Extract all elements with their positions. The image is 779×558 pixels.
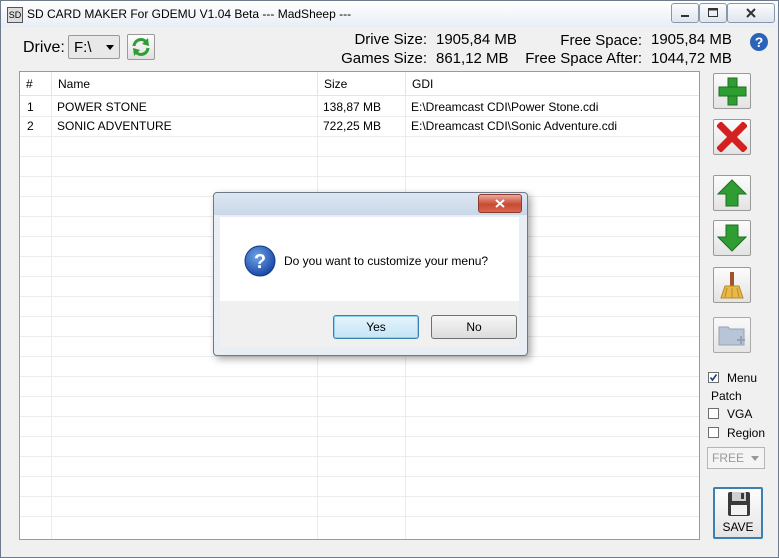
column-header-size[interactable]: Size bbox=[318, 72, 406, 96]
move-up-button[interactable] bbox=[713, 175, 751, 211]
row-size: 722,25 MB bbox=[323, 119, 382, 133]
floppy-disk-icon bbox=[728, 492, 750, 516]
dialog-title-bar bbox=[214, 193, 527, 215]
column-header-name[interactable]: Name bbox=[52, 72, 318, 96]
dialog-message: Do you want to customize your menu? bbox=[284, 254, 489, 268]
folder-add-icon bbox=[718, 326, 745, 346]
app-icon: SD bbox=[7, 7, 23, 23]
checkmark-icon bbox=[709, 374, 718, 382]
help-icon[interactable]: ? bbox=[749, 32, 769, 52]
row-gdi: E:\Dreamcast CDI\Power Stone.cdi bbox=[411, 100, 599, 114]
broom-icon bbox=[720, 272, 744, 299]
row-size: 138,87 MB bbox=[323, 100, 382, 114]
vga-checkbox[interactable] bbox=[708, 408, 719, 419]
close-button[interactable] bbox=[727, 3, 775, 23]
maximize-icon bbox=[708, 8, 718, 17]
refresh-button[interactable] bbox=[127, 34, 155, 60]
drive-select[interactable]: F:\ bbox=[68, 35, 120, 59]
dialog-body: ? Do you want to customize your menu? bbox=[220, 217, 519, 301]
maximize-button[interactable] bbox=[699, 3, 727, 23]
drive-size-label: Drive Size: bbox=[354, 31, 427, 48]
close-icon bbox=[746, 8, 756, 18]
row-name: SONIC ADVENTURE bbox=[57, 119, 172, 133]
svg-text:?: ? bbox=[755, 34, 764, 50]
question-icon: ? bbox=[244, 245, 276, 277]
save-button[interactable]: SAVE bbox=[713, 487, 763, 539]
menu-checkbox[interactable] bbox=[708, 372, 719, 383]
svg-text:?: ? bbox=[254, 251, 266, 273]
no-button[interactable]: No bbox=[431, 315, 517, 339]
drive-select-value: F:\ bbox=[74, 39, 92, 56]
remove-game-button[interactable] bbox=[713, 119, 751, 155]
clean-button[interactable] bbox=[713, 267, 751, 303]
region-checkbox[interactable] bbox=[708, 427, 719, 438]
move-down-button[interactable] bbox=[713, 220, 751, 256]
dialog-footer: Yes No bbox=[220, 301, 519, 347]
region-label: Region bbox=[727, 426, 766, 440]
save-label: SAVE bbox=[722, 520, 754, 534]
column-header-number[interactable]: # bbox=[20, 72, 52, 96]
plus-icon bbox=[718, 77, 747, 106]
patch-label: Patch bbox=[711, 389, 742, 403]
chevron-down-icon bbox=[751, 456, 759, 461]
add-folder-button[interactable] bbox=[713, 317, 751, 353]
title-bar: SD SD CARD MAKER For GDEMU V1.04 Beta --… bbox=[1, 1, 778, 27]
main-window: SD SD CARD MAKER For GDEMU V1.04 Beta --… bbox=[0, 0, 779, 558]
menu-label: Menu bbox=[727, 371, 758, 385]
arrow-down-icon bbox=[717, 224, 747, 252]
column-header-gdi[interactable]: GDI bbox=[406, 72, 699, 96]
vga-label: VGA bbox=[727, 407, 753, 421]
free-space-value: 1905,84 MB bbox=[651, 31, 732, 48]
drive-label: Drive: bbox=[23, 39, 65, 56]
add-game-button[interactable] bbox=[713, 73, 751, 109]
delete-icon bbox=[717, 122, 747, 152]
row-name: POWER STONE bbox=[57, 100, 147, 114]
row-number: 2 bbox=[27, 119, 34, 133]
row-number: 1 bbox=[27, 100, 34, 114]
chevron-down-icon bbox=[106, 45, 114, 50]
yes-button[interactable]: Yes bbox=[333, 315, 419, 339]
close-icon bbox=[495, 199, 505, 208]
region-select[interactable]: FREE bbox=[707, 447, 765, 469]
arrow-up-icon bbox=[717, 179, 747, 207]
drive-size-value: 1905,84 MB bbox=[436, 31, 517, 48]
dialog-close-button[interactable] bbox=[478, 194, 522, 213]
games-size-value: 861,12 MB bbox=[436, 50, 509, 67]
window-title: SD CARD MAKER For GDEMU V1.04 Beta --- M… bbox=[27, 7, 352, 21]
minimize-icon bbox=[681, 15, 689, 17]
refresh-icon bbox=[132, 38, 150, 56]
minimize-button[interactable] bbox=[671, 3, 699, 23]
region-select-value: FREE bbox=[712, 451, 745, 465]
free-space-label: Free Space: bbox=[560, 32, 642, 49]
row-gdi: E:\Dreamcast CDI\Sonic Adventure.cdi bbox=[411, 119, 618, 133]
free-space-after-value: 1044,72 MB bbox=[651, 50, 732, 67]
customize-menu-dialog: ? Do you want to customize your menu? Ye… bbox=[213, 192, 528, 356]
free-space-after-label: Free Space After: bbox=[525, 50, 642, 67]
games-size-label: Games Size: bbox=[341, 50, 427, 67]
